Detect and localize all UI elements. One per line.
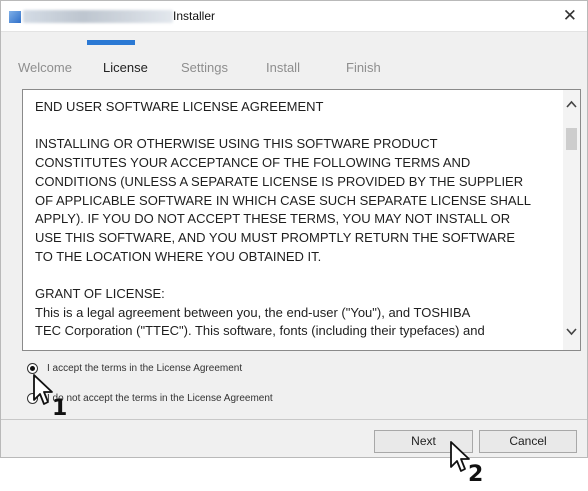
accept-option[interactable]: I accept the terms in the License Agreem… — [27, 363, 242, 374]
license-paragraph: INSTALLING OR OTHERWISE USING THIS SOFTW… — [35, 136, 532, 264]
tab-license[interactable]: License — [103, 60, 148, 75]
footer-separator — [1, 419, 587, 420]
step-number-1: 1 — [52, 396, 68, 421]
license-text: END USER SOFTWARE LICENSE AGREEMENT INST… — [35, 98, 557, 341]
tab-finish[interactable]: Finish — [346, 60, 381, 75]
title-bar: Installer ✕ — [1, 1, 587, 32]
step-number-2: 2 — [468, 462, 484, 487]
license-heading: END USER SOFTWARE LICENSE AGREEMENT — [35, 99, 324, 114]
app-icon — [9, 11, 21, 23]
grant-text: This is a legal agreement between you, t… — [35, 304, 485, 339]
active-step-indicator — [87, 40, 135, 45]
chevron-up-icon[interactable] — [563, 96, 580, 112]
window-title: Installer — [173, 9, 216, 23]
license-text-box[interactable]: END USER SOFTWARE LICENSE AGREEMENT INST… — [22, 89, 581, 351]
scroll-thumb[interactable] — [566, 128, 577, 150]
blurred-title-prefix — [23, 10, 173, 23]
tab-welcome[interactable]: Welcome — [18, 60, 72, 75]
accept-label: I accept the terms in the License Agreem… — [47, 363, 243, 374]
grant-heading: GRANT OF LICENSE: — [35, 286, 165, 301]
tab-settings[interactable]: Settings — [181, 60, 228, 75]
cancel-button[interactable]: Cancel — [479, 430, 577, 453]
close-icon[interactable]: ✕ — [563, 6, 577, 26]
chevron-down-icon[interactable] — [563, 324, 580, 340]
decline-label: I do not accept the terms in the License… — [47, 393, 273, 404]
installer-window: Installer ✕ Welcome License Settings Ins… — [0, 0, 588, 458]
vertical-scrollbar[interactable] — [563, 90, 580, 350]
tab-install[interactable]: Install — [266, 60, 300, 75]
